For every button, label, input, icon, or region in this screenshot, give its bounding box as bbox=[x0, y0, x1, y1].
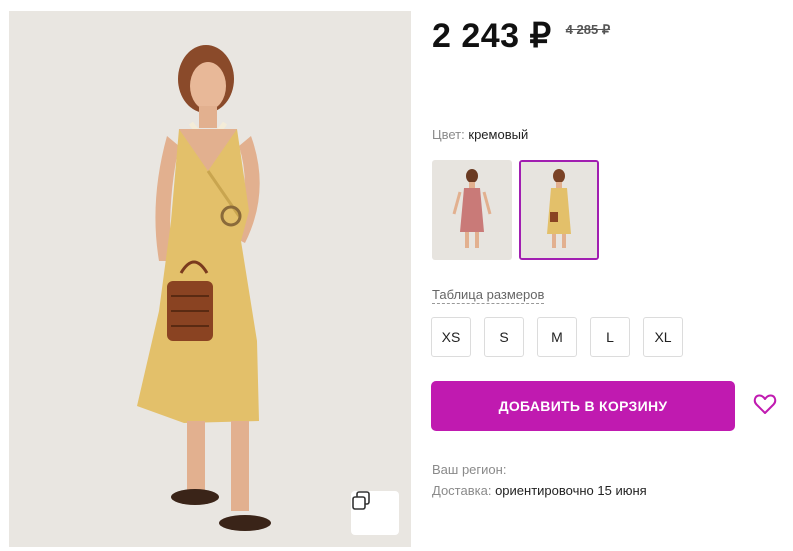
price-current: 2 243 ₽ bbox=[432, 17, 552, 55]
delivery-info: Доставка: ориентировочно 15 июня bbox=[432, 483, 647, 498]
model-illustration bbox=[9, 11, 411, 547]
region-label: Ваш регион: bbox=[432, 462, 507, 477]
size-table-link[interactable]: Таблица размеров bbox=[432, 287, 545, 304]
size-selector: XS S M L XL bbox=[431, 317, 683, 357]
color-label: Цвет: bbox=[432, 127, 465, 142]
price-old: 4 285 ₽ bbox=[565, 22, 611, 37]
delivery-value: ориентировочно 15 июня bbox=[495, 483, 647, 498]
color-swatch-pink[interactable] bbox=[432, 160, 512, 260]
color-value: кремовый bbox=[468, 127, 529, 142]
favorite-button[interactable] bbox=[752, 393, 778, 420]
size-button-s[interactable]: S bbox=[484, 317, 524, 357]
price-row: 2 243 ₽ 4 285 ₽ bbox=[432, 16, 610, 56]
heart-icon bbox=[753, 393, 777, 420]
add-to-cart-button[interactable]: ДОБАВИТЬ В КОРЗИНУ bbox=[431, 381, 735, 431]
product-main-photo[interactable] bbox=[9, 11, 411, 547]
size-button-xl[interactable]: XL bbox=[643, 317, 683, 357]
size-button-l[interactable]: L bbox=[590, 317, 630, 357]
color-swatch-yellow-selected[interactable] bbox=[519, 160, 599, 260]
color-row: Цвет: кремовый bbox=[432, 127, 528, 142]
swatch-thumbnail-yellow bbox=[521, 162, 597, 258]
swatch-thumbnail-pink bbox=[434, 162, 510, 258]
delivery-label: Доставка: bbox=[432, 483, 492, 498]
size-button-xs[interactable]: XS bbox=[431, 317, 471, 357]
zoom-button[interactable] bbox=[351, 491, 399, 535]
size-button-m[interactable]: M bbox=[537, 317, 577, 357]
